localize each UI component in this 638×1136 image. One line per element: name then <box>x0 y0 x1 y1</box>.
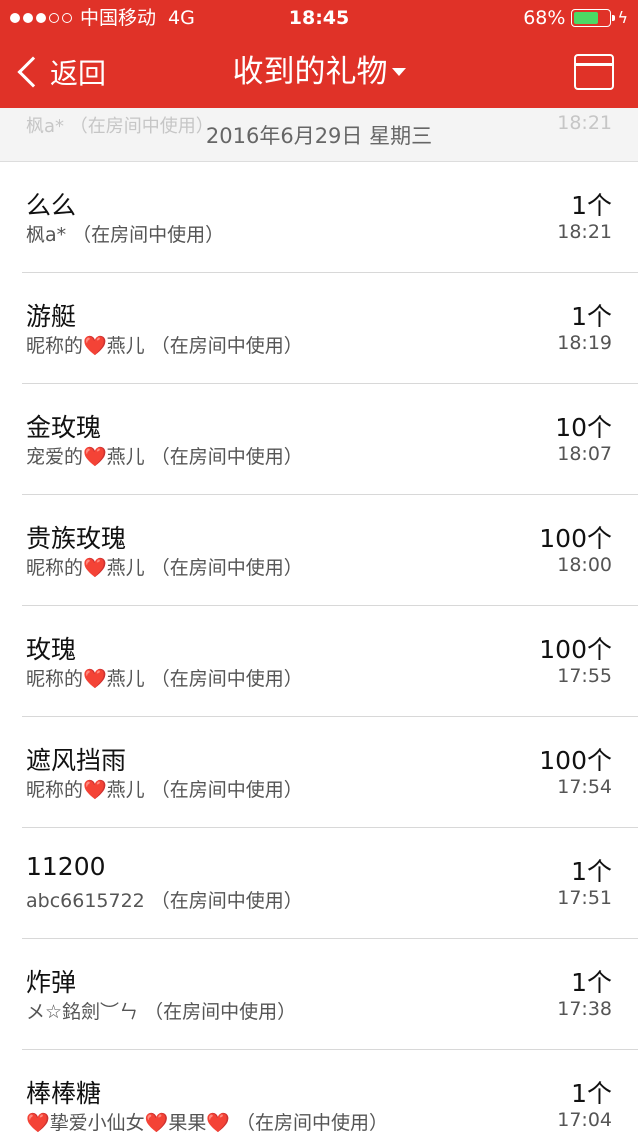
gift-name: 金玫瑰 <box>26 413 102 442</box>
gift-row[interactable]: 贵族玫瑰 昵称的❤️燕儿 （在房间中使用） 100个 18:00 <box>22 495 638 606</box>
gift-name: 遮风挡雨 <box>26 746 127 775</box>
gift-list: 么么 枫a* （在房间中使用） 1个 18:21 游艇 昵称的❤️燕儿 （在房间… <box>0 162 638 1136</box>
gift-count: 100个 <box>539 635 612 664</box>
gift-count: 10个 <box>555 413 612 442</box>
gift-time: 17:51 <box>557 887 612 909</box>
gift-sender: メ☆銘劍︶ㄣ （在房间中使用） <box>26 1001 297 1023</box>
gift-row[interactable]: 么么 枫a* （在房间中使用） 1个 18:21 <box>22 162 638 273</box>
gift-row[interactable]: 遮风挡雨 昵称的❤️燕儿 （在房间中使用） 100个 17:54 <box>22 717 638 828</box>
gift-count: 1个 <box>571 857 612 886</box>
gift-name: 游艇 <box>26 302 77 331</box>
gift-count: 1个 <box>571 302 612 331</box>
gift-name: 贵族玫瑰 <box>26 524 127 553</box>
date-section-header: 枫a* （在房间中使用） 18:21 2016年6月29日 星期三 <box>0 108 638 162</box>
page-title: 收到的礼物 <box>232 54 388 90</box>
header: 中国移动 4G 18:45 68% ϟ 返回 收到的礼物 <box>0 0 638 108</box>
gift-time: 17:54 <box>557 776 612 798</box>
gift-sender: 昵称的❤️燕儿 （在房间中使用） <box>26 779 303 801</box>
gift-sender: 昵称的❤️燕儿 （在房间中使用） <box>26 335 303 357</box>
gift-row[interactable]: 11200 abc6615722 （在房间中使用） 1个 17:51 <box>22 828 638 939</box>
gift-row[interactable]: 玫瑰 昵称的❤️燕儿 （在房间中使用） 100个 17:55 <box>22 606 638 717</box>
calendar-icon[interactable] <box>574 54 614 90</box>
nav-bar: 返回 收到的礼物 <box>0 36 638 108</box>
gift-time: 18:21 <box>557 221 612 243</box>
gift-time: 18:00 <box>557 554 612 576</box>
gift-sender: 昵称的❤️燕儿 （在房间中使用） <box>26 668 303 690</box>
gift-row[interactable]: 炸弹 メ☆銘劍︶ㄣ （在房间中使用） 1个 17:38 <box>22 939 638 1050</box>
gift-sender: ❤️挚爱小仙女❤️果果❤️ （在房间中使用） <box>26 1112 389 1134</box>
status-bar: 中国移动 4G 18:45 68% ϟ <box>0 0 638 36</box>
battery-fill <box>574 12 598 24</box>
gift-name: 炸弹 <box>26 968 77 997</box>
gift-sender: 昵称的❤️燕儿 （在房间中使用） <box>26 557 303 579</box>
gift-time: 17:55 <box>557 665 612 687</box>
gift-count: 1个 <box>571 968 612 997</box>
gift-name: 么么 <box>26 191 77 220</box>
gift-time: 18:19 <box>557 332 612 354</box>
section-date: 2016年6月29日 星期三 <box>205 124 433 148</box>
gift-sender: 枫a* （在房间中使用） <box>26 224 225 246</box>
page-title-dropdown[interactable]: 收到的礼物 <box>0 36 638 108</box>
gift-time: 17:38 <box>557 998 612 1020</box>
battery-percent: 68% <box>523 7 566 29</box>
gift-time: 17:04 <box>557 1109 612 1131</box>
gift-row[interactable]: 游艇 昵称的❤️燕儿 （在房间中使用） 1个 18:19 <box>22 273 638 384</box>
gift-row[interactable]: 金玫瑰 宠爱的❤️燕儿 （在房间中使用） 10个 18:07 <box>22 384 638 495</box>
gift-name: 11200 <box>26 852 106 881</box>
gift-row[interactable]: 棒棒糖 ❤️挚爱小仙女❤️果果❤️ （在房间中使用） 1个 17:04 <box>22 1050 638 1136</box>
status-right: 68% ϟ <box>523 0 628 36</box>
gift-time: 18:07 <box>557 443 612 465</box>
battery-icon <box>571 9 616 27</box>
gift-count: 100个 <box>539 524 612 553</box>
gift-sender: 宠爱的❤️燕儿 （在房间中使用） <box>26 446 303 468</box>
gift-sender: abc6615722 （在房间中使用） <box>26 890 303 912</box>
charging-bolt-icon: ϟ <box>617 8 628 27</box>
gift-count: 1个 <box>571 1079 612 1108</box>
caret-down-icon <box>391 67 406 76</box>
gift-count: 100个 <box>539 746 612 775</box>
gift-name: 玫瑰 <box>26 635 77 664</box>
gift-name: 棒棒糖 <box>26 1079 102 1108</box>
gift-count: 1个 <box>571 191 612 220</box>
